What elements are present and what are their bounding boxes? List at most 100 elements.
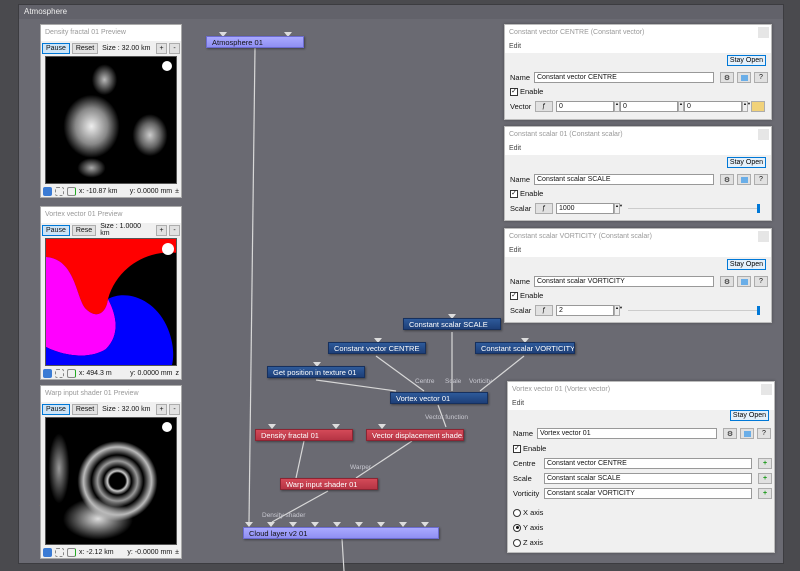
window-title: Atmosphere — [19, 5, 783, 19]
preview-icon[interactable] — [737, 72, 751, 83]
fit-icon[interactable] — [55, 368, 64, 378]
node-vortex-vector[interactable]: Vortex vector 01 — [390, 392, 488, 404]
node-density-fractal[interactable]: Density fractal 01 — [255, 429, 353, 441]
coordinate-toggle[interactable]: z — [176, 370, 180, 377]
zoom-in-button[interactable]: + — [156, 403, 167, 415]
vector-z-spinner[interactable]: ▲▼ — [742, 101, 751, 112]
stay-open-button[interactable]: Stay Open — [726, 55, 766, 66]
node-constant-scalar-vorticity[interactable]: Constant scalar VORTICITY — [475, 342, 575, 354]
menu-edit[interactable]: Edit — [505, 143, 771, 155]
help-icon[interactable]: ? — [754, 72, 768, 83]
preview-image-density[interactable] — [45, 56, 177, 184]
function-icon[interactable]: ƒ — [535, 203, 553, 214]
name-input[interactable]: Constant scalar VORTICITY — [534, 276, 714, 287]
scalar-slider[interactable] — [628, 203, 760, 214]
name-input[interactable]: Constant scalar SCALE — [534, 174, 714, 185]
preview-image-warp[interactable] — [45, 417, 177, 545]
fit-icon[interactable] — [55, 547, 64, 557]
scalar-spinner[interactable]: ▲▼ — [614, 203, 623, 214]
pause-button[interactable]: Pause — [42, 42, 70, 54]
scalar-input[interactable]: 1000 — [556, 203, 614, 214]
vorticity-input[interactable]: Constant scalar VORTICITY — [544, 488, 752, 499]
add-node-icon[interactable]: + — [758, 458, 772, 469]
scalar-slider[interactable] — [628, 305, 760, 316]
coordinate-toggle[interactable]: ± — [175, 549, 179, 556]
scalar-spinner[interactable]: ▲▼ — [614, 305, 623, 316]
node-get-position-in-texture[interactable]: Get position in texture 01 — [267, 366, 365, 378]
x-axis-radio[interactable] — [513, 508, 521, 517]
y-axis-radio[interactable] — [513, 523, 521, 532]
light-icon[interactable] — [162, 61, 172, 71]
zoom-out-button[interactable]: - — [169, 403, 180, 415]
add-node-icon[interactable]: + — [758, 473, 772, 484]
help-icon[interactable]: ? — [757, 428, 771, 439]
fit-icon[interactable] — [55, 186, 64, 196]
vector-y-input[interactable]: 0 — [620, 101, 678, 112]
eye-icon[interactable] — [43, 547, 52, 557]
lock-icon[interactable] — [751, 101, 765, 112]
zoom-out-button[interactable]: - — [169, 42, 180, 54]
name-input[interactable]: Constant vector CENTRE — [534, 72, 714, 83]
centre-input[interactable]: Constant vector CENTRE — [544, 458, 752, 469]
reset-button[interactable]: Reset — [71, 42, 99, 54]
close-icon[interactable] — [758, 27, 769, 38]
function-icon[interactable]: ƒ — [535, 101, 553, 112]
z-axis-radio[interactable] — [513, 538, 521, 547]
preview-icon[interactable] — [737, 276, 751, 287]
scale-input[interactable]: Constant scalar SCALE — [544, 473, 752, 484]
stay-open-button[interactable]: Stay Open — [729, 410, 769, 421]
menu-edit[interactable]: Edit — [505, 41, 771, 53]
add-node-icon[interactable]: + — [758, 488, 772, 499]
zoom-in-button[interactable]: + — [156, 224, 167, 236]
vector-x-input[interactable]: 0 — [556, 101, 614, 112]
preview-icon[interactable] — [740, 428, 754, 439]
gear-icon[interactable]: ⚙ — [720, 174, 734, 185]
render-icon[interactable] — [67, 368, 76, 378]
scalar-input[interactable]: 2 — [556, 305, 614, 316]
enable-label: Enable — [520, 189, 544, 198]
node-warp-input-shader[interactable]: Warp input shader 01 — [280, 478, 378, 490]
enable-checkbox[interactable]: ✓ — [510, 189, 518, 198]
light-icon[interactable] — [162, 422, 172, 432]
close-icon[interactable] — [758, 231, 769, 242]
gear-icon[interactable]: ⚙ — [720, 72, 734, 83]
dialog-constant-vector-centre: Constant vector CENTRE (Constant vector)… — [504, 24, 772, 120]
vector-z-input[interactable]: 0 — [684, 101, 742, 112]
close-icon[interactable] — [758, 129, 769, 140]
slider-thumb[interactable] — [757, 306, 760, 315]
menu-edit[interactable]: Edit — [505, 245, 771, 257]
coordinate-toggle[interactable]: ± — [175, 188, 179, 195]
enable-checkbox[interactable]: ✓ — [513, 444, 521, 453]
preview-image-vortex[interactable] — [45, 238, 177, 366]
zoom-in-button[interactable]: + — [156, 42, 167, 54]
pause-button[interactable]: Pause — [42, 403, 70, 415]
render-icon[interactable] — [67, 186, 76, 196]
function-icon[interactable]: ƒ — [535, 305, 553, 316]
gear-icon[interactable]: ⚙ — [723, 428, 737, 439]
close-icon[interactable] — [761, 384, 772, 395]
name-input[interactable]: Vortex vector 01 — [537, 428, 717, 439]
preview-icon[interactable] — [737, 174, 751, 185]
pause-button[interactable]: Pause — [42, 224, 70, 236]
slider-thumb[interactable] — [757, 204, 760, 213]
help-icon[interactable]: ? — [754, 174, 768, 185]
stay-open-button[interactable]: Stay Open — [726, 259, 766, 270]
render-icon[interactable] — [67, 547, 76, 557]
node-vector-displacement-shader[interactable]: Vector displacement shade... — [366, 429, 464, 441]
enable-checkbox[interactable]: ✓ — [510, 87, 518, 96]
gear-icon[interactable]: ⚙ — [720, 276, 734, 287]
node-constant-vector-centre[interactable]: Constant vector CENTRE — [328, 342, 426, 354]
zoom-out-button[interactable]: - — [169, 224, 180, 236]
preview-warp-input-shader: Warp input shader 01 Preview Pause Reset… — [40, 385, 182, 559]
enable-checkbox[interactable]: ✓ — [510, 291, 518, 300]
eye-icon[interactable] — [43, 186, 52, 196]
node-constant-scalar-scale[interactable]: Constant scalar SCALE — [403, 318, 501, 330]
eye-icon[interactable] — [43, 368, 52, 378]
node-cloud-layer[interactable]: Cloud layer v2 01 — [243, 527, 439, 539]
reset-button[interactable]: Reset — [71, 403, 99, 415]
reset-button[interactable]: Rese — [71, 224, 97, 236]
help-icon[interactable]: ? — [754, 276, 768, 287]
menu-edit[interactable]: Edit — [508, 398, 774, 410]
stay-open-button[interactable]: Stay Open — [726, 157, 766, 168]
node-atmosphere[interactable]: Atmosphere 01 — [206, 36, 304, 48]
